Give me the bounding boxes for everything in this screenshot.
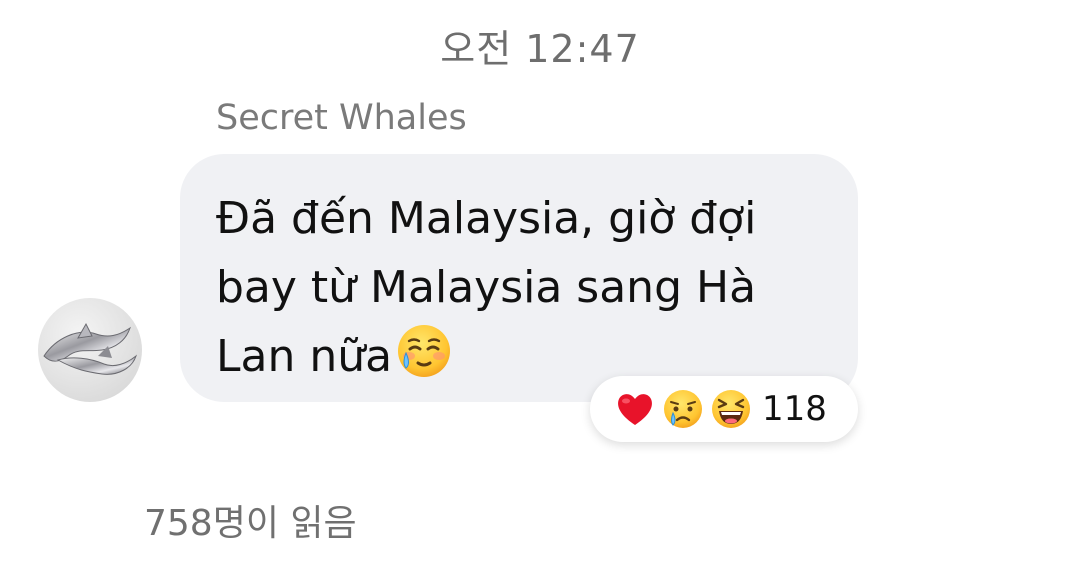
reaction-count: 118 bbox=[762, 389, 827, 429]
smiling-face-with-tear-icon bbox=[396, 323, 452, 399]
whale-logo-icon bbox=[43, 322, 138, 375]
message-line: Đã đến Malaysia, giờ đợi bbox=[216, 193, 757, 244]
message-line: bay từ Malaysia sang Hà bbox=[216, 262, 757, 313]
chat-view: 오전 12:47 Secret Whales Đã đến Malaysia, … bbox=[0, 0, 1080, 576]
message-text: Đã đến Malaysia, giờ đợi bay từ Malaysia… bbox=[216, 184, 828, 399]
sender-name[interactable]: Secret Whales bbox=[216, 98, 467, 138]
heart-icon bbox=[614, 388, 656, 430]
crying-face-icon bbox=[662, 388, 704, 430]
message-bubble[interactable]: Đã đến Malaysia, giờ đợi bay từ Malaysia… bbox=[180, 154, 858, 402]
reaction-bar[interactable]: 118 bbox=[590, 376, 858, 442]
laughing-face-icon bbox=[710, 388, 752, 430]
message-line: Lan nữa bbox=[216, 331, 393, 382]
message-timestamp: 오전 12:47 bbox=[440, 27, 640, 71]
read-count[interactable]: 758명이 읽음 bbox=[144, 494, 357, 546]
avatar[interactable] bbox=[38, 298, 142, 402]
